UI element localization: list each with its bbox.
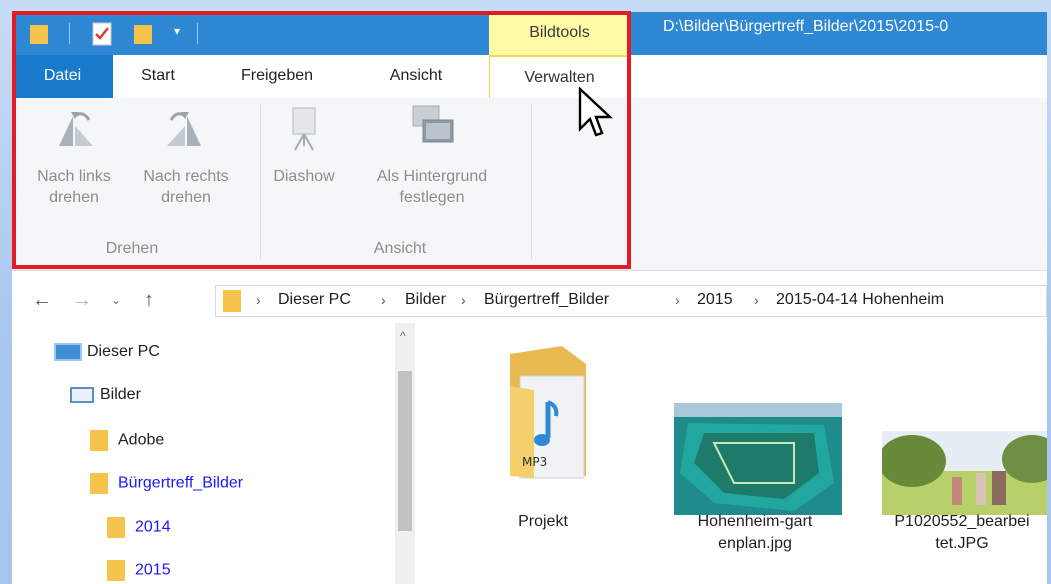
tree-label: Adobe bbox=[118, 431, 165, 449]
navigation-pane-scrollbar[interactable]: ^ bbox=[395, 323, 415, 584]
tab-freigeben[interactable]: Freigeben bbox=[227, 55, 327, 98]
computer-icon bbox=[54, 343, 82, 361]
file-name-line-2: enplan.jpg bbox=[718, 535, 792, 552]
tab-start[interactable]: Start bbox=[128, 55, 188, 98]
file-name: Hohenheim-gart enplan.jpg bbox=[667, 511, 843, 555]
back-arrow-icon[interactable]: ← bbox=[32, 289, 52, 312]
file-name: P1020552_bearbei tet.JPG bbox=[876, 511, 1047, 555]
rotate-left-label: Nach links bbox=[37, 168, 111, 185]
chevron-right-icon: › bbox=[754, 292, 759, 308]
set-background-icon bbox=[412, 105, 454, 143]
customize-dropdown-icon[interactable]: ▾ bbox=[174, 24, 180, 38]
folder-icon bbox=[223, 290, 241, 312]
breadcrumb-dieser-pc[interactable]: Dieser PC bbox=[278, 291, 351, 309]
properties-icon[interactable] bbox=[92, 22, 112, 46]
navigation-bar: ← → ⌄ ↑ › Dieser PC › Bilder › Bürgertre… bbox=[12, 277, 1047, 323]
map-thumbnail-image bbox=[674, 403, 842, 515]
tree-label: Bilder bbox=[100, 386, 141, 403]
scroll-up-arrow-icon[interactable]: ^ bbox=[400, 329, 406, 343]
tree-item-2015[interactable]: 2015 bbox=[107, 560, 171, 581]
tree-label: 2014 bbox=[135, 518, 171, 536]
tree-label: 2015 bbox=[135, 561, 171, 579]
tree-item-bilder[interactable]: Bilder bbox=[70, 386, 141, 404]
set-background-label: Als Hintergrund bbox=[376, 168, 488, 185]
chevron-right-icon: › bbox=[381, 292, 386, 308]
rotate-right-label-2: drehen bbox=[161, 189, 211, 206]
chevron-right-icon: › bbox=[256, 292, 261, 308]
file-name: Projekt bbox=[518, 513, 568, 530]
tree-label: Bürgertreff_Bilder bbox=[118, 474, 244, 492]
rotate-right-label: Nach rechts bbox=[143, 168, 229, 185]
rotate-left-icon bbox=[59, 112, 93, 146]
file-name-line-1: Hohenheim-gart bbox=[697, 513, 813, 530]
breadcrumb-current[interactable]: 2015-04-14 Hohenheim bbox=[776, 291, 944, 309]
slideshow-icon bbox=[292, 107, 316, 151]
folder-icon bbox=[90, 430, 108, 451]
tab-datei[interactable]: Datei bbox=[12, 55, 113, 98]
folder-icon bbox=[107, 517, 125, 538]
navigation-pane: Dieser PC Bilder Adobe Bürgertreff_Bilde… bbox=[12, 323, 395, 584]
tree-label: Dieser PC bbox=[87, 343, 160, 361]
tree-item-buergertreff[interactable]: Bürgertreff_Bilder bbox=[90, 473, 243, 494]
new-folder-icon[interactable] bbox=[134, 25, 152, 44]
folder-icon bbox=[90, 473, 108, 494]
scrollbar-thumb[interactable] bbox=[398, 371, 412, 531]
breadcrumb-2015[interactable]: 2015 bbox=[697, 291, 733, 309]
folder-mp3-icon: MP3 bbox=[510, 346, 586, 479]
set-background-button[interactable]: Als Hintergrund festlegen bbox=[332, 102, 532, 208]
photo-thumbnail-image bbox=[882, 431, 1047, 515]
pictures-folder-icon bbox=[70, 386, 94, 403]
tab-ansicht[interactable]: Ansicht bbox=[376, 55, 456, 98]
ribbon-tabs: Datei Start Freigeben Ansicht Verwalten bbox=[12, 55, 1047, 99]
title-bar: ▾ Bildtools D:\Bilder\Bürgertreff_Bilder… bbox=[12, 12, 1047, 55]
folder-icon bbox=[107, 560, 125, 581]
rotate-right-icon bbox=[167, 112, 201, 146]
mouse-pointer-icon bbox=[578, 87, 614, 137]
slideshow-button[interactable]: Diashow bbox=[268, 102, 340, 187]
chevron-right-icon: › bbox=[675, 292, 680, 308]
rotate-left-label-2: drehen bbox=[49, 189, 99, 206]
group-label-ansicht: Ansicht bbox=[373, 240, 427, 257]
file-name-line-1: P1020552_bearbei bbox=[894, 513, 1030, 530]
separator bbox=[69, 23, 70, 44]
tree-item-adobe[interactable]: Adobe bbox=[90, 430, 164, 451]
context-tab-bildtools: Bildtools bbox=[489, 12, 630, 55]
rotate-right-button[interactable]: Nach rechts drehen bbox=[130, 102, 242, 208]
slideshow-label: Diashow bbox=[273, 168, 335, 185]
forward-arrow-icon[interactable]: → bbox=[72, 289, 92, 312]
group-divider bbox=[260, 104, 261, 260]
folder-icon[interactable] bbox=[30, 25, 48, 44]
recent-dropdown-icon[interactable]: ⌄ bbox=[111, 293, 121, 307]
breadcrumb-buergertreff[interactable]: Bürgertreff_Bilder bbox=[484, 291, 609, 309]
ribbon-panel: Nach links drehen Nach rechts drehen Dre… bbox=[12, 98, 1047, 271]
file-view: MP3 Projekt Hohenheim-gart enplan.jpg P1… bbox=[415, 323, 1047, 584]
window-title: D:\Bilder\Bürgertreff_Bilder\2015\2015-0 bbox=[663, 18, 949, 35]
address-bar[interactable]: › Dieser PC › Bilder › Bürgertreff_Bilde… bbox=[215, 285, 1047, 317]
up-arrow-icon[interactable]: ↑ bbox=[144, 289, 154, 312]
chevron-right-icon: › bbox=[461, 292, 466, 308]
group-label-drehen: Drehen bbox=[105, 240, 159, 257]
svg-text:MP3: MP3 bbox=[522, 455, 547, 469]
file-name-line-2: tet.JPG bbox=[935, 535, 989, 552]
explorer-window: ▾ Bildtools D:\Bilder\Bürgertreff_Bilder… bbox=[12, 12, 1047, 584]
rotate-left-button[interactable]: Nach links drehen bbox=[22, 102, 126, 208]
breadcrumb-bilder[interactable]: Bilder bbox=[405, 291, 446, 309]
group-divider bbox=[531, 104, 532, 260]
tree-item-2014[interactable]: 2014 bbox=[107, 517, 171, 538]
tree-item-dieser-pc[interactable]: Dieser PC bbox=[54, 343, 160, 361]
separator bbox=[197, 23, 198, 44]
set-background-label-2: festlegen bbox=[399, 189, 465, 206]
